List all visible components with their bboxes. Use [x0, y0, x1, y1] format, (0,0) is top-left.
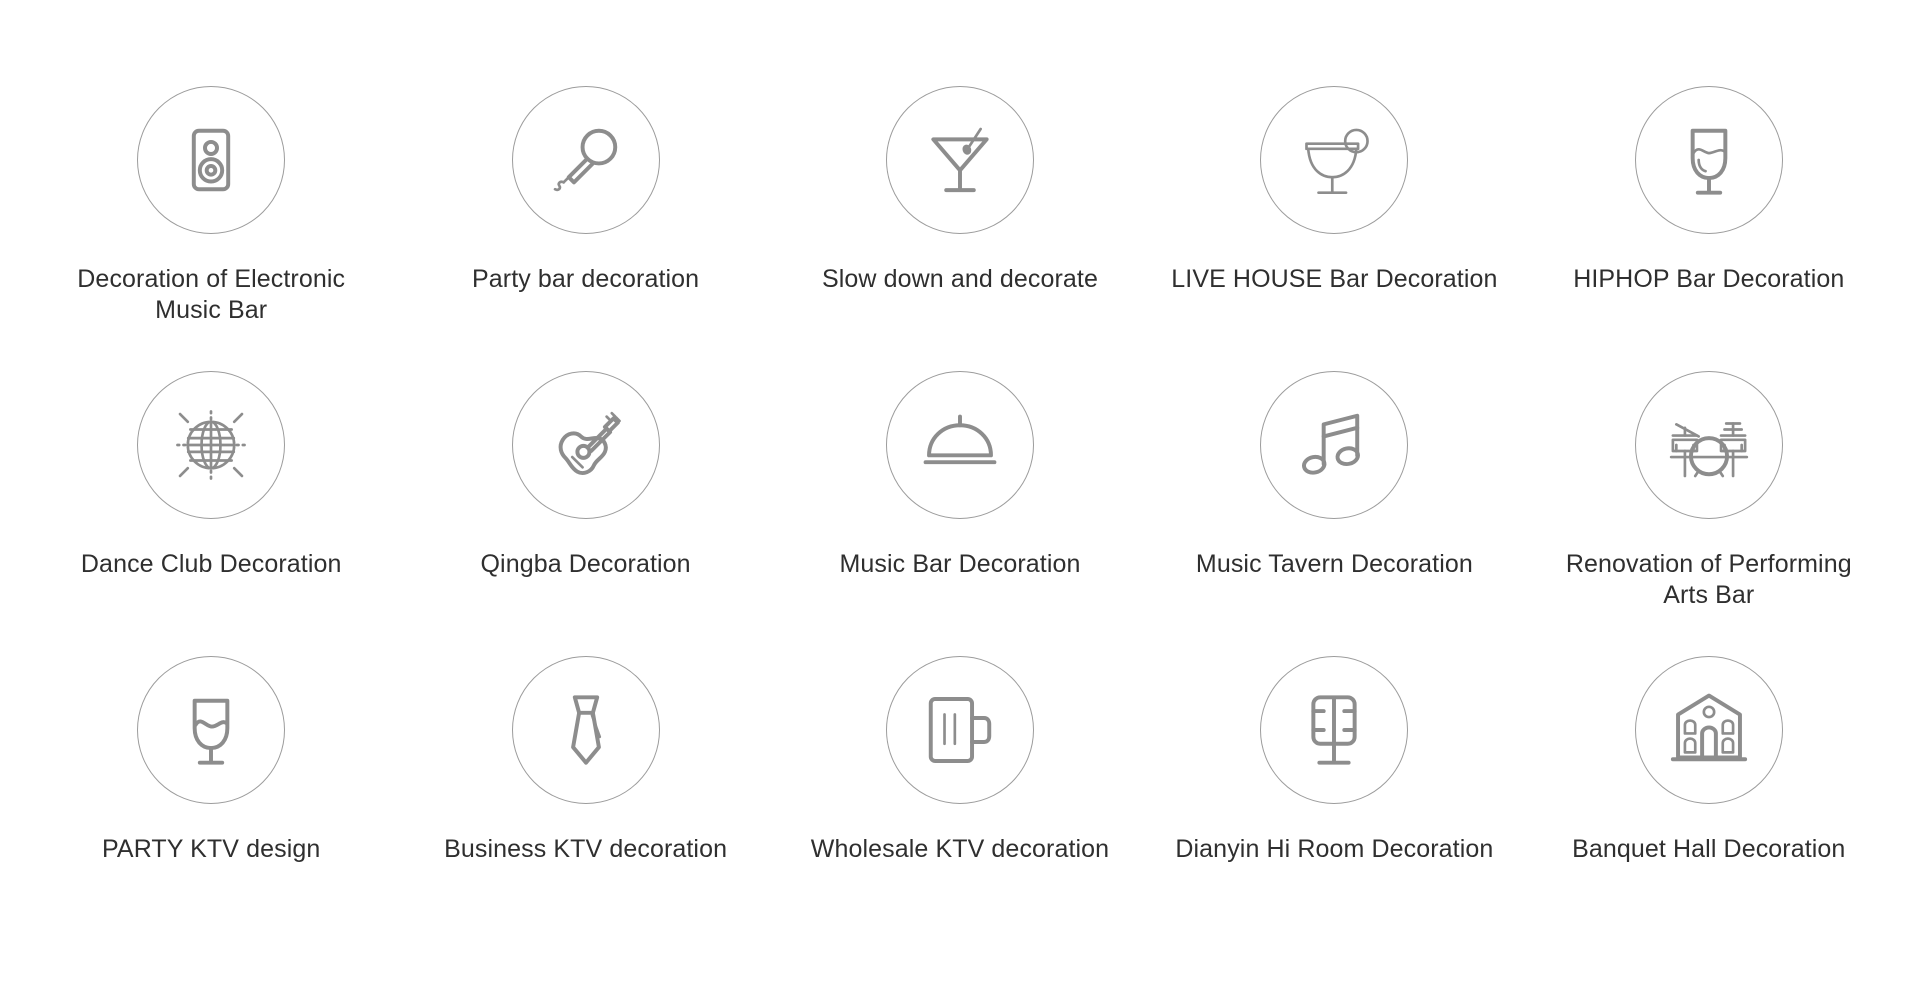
speaker-icon [192, 128, 231, 192]
category-item-music-tavern[interactable]: Music Tavern Decoration [1147, 325, 1521, 610]
margarita-glass-icon [1305, 128, 1370, 195]
category-item-party-bar[interactable]: Party bar decoration [398, 40, 772, 325]
category-label: Party bar decoration [472, 265, 700, 293]
category-grid: Decoration of Electronic Music Bar Party… [24, 0, 1896, 895]
wine-glass-wave-icon [192, 698, 230, 765]
icon-circle [885, 656, 1034, 804]
banquet-hall-building-icon [1670, 693, 1747, 762]
category-label: Qingba Decoration [480, 550, 691, 578]
category-item-music-bar[interactable]: Music Bar Decoration [773, 325, 1147, 610]
necktie-icon [570, 695, 601, 765]
icon-circle [1260, 86, 1409, 234]
category-label: Dance Club Decoration [80, 550, 342, 578]
category-item-dianyin-hi-room[interactable]: Dianyin Hi Room Decoration [1147, 610, 1521, 895]
icon-circle [885, 86, 1034, 234]
icon-circle [1634, 371, 1783, 519]
icon-circle [137, 656, 286, 804]
category-label: PARTY KTV design [102, 835, 321, 863]
category-item-qingba[interactable]: Qingba Decoration [398, 325, 772, 610]
icon-circle [1260, 656, 1409, 804]
martini-glass-icon [931, 127, 989, 193]
category-label: Business KTV decoration [444, 835, 728, 863]
category-item-business-ktv[interactable]: Business KTV decoration [398, 610, 772, 895]
category-label: HIPHOP Bar Decoration [1573, 265, 1845, 293]
category-label: Music Bar Decoration [839, 550, 1081, 578]
category-item-wholesale-ktv[interactable]: Wholesale KTV decoration [773, 610, 1147, 895]
acoustic-guitar-icon [558, 411, 621, 475]
category-item-slow-down[interactable]: Slow down and decorate [773, 40, 1147, 325]
category-item-electronic-music-bar[interactable]: Decoration of Electronic Music Bar [24, 40, 398, 325]
disco-ball-icon [172, 405, 251, 485]
drum-kit-icon [1669, 422, 1748, 478]
category-item-hiphop-bar[interactable]: HIPHOP Bar Decoration [1522, 40, 1896, 325]
category-label: Banquet Hall Decoration [1572, 835, 1846, 863]
icon-circle [1634, 656, 1783, 804]
beer-mug-icon [928, 697, 992, 763]
icon-circle [137, 371, 286, 519]
icon-circle [1634, 86, 1783, 234]
serving-cloche-icon [923, 414, 997, 465]
icon-circle [511, 371, 660, 519]
category-label: Decoration of Electronic Music Bar [77, 265, 346, 324]
category-item-party-ktv[interactable]: PARTY KTV design [24, 610, 398, 895]
icon-circle [885, 371, 1034, 519]
icon-circle [511, 86, 660, 234]
icon-circle [511, 656, 660, 804]
category-label: Dianyin Hi Room Decoration [1175, 835, 1494, 863]
category-label: Renovation of Performing Arts Bar [1565, 550, 1852, 609]
category-item-banquet-hall[interactable]: Banquet Hall Decoration [1522, 610, 1896, 895]
category-label: Wholesale KTV decoration [810, 835, 1110, 863]
wine-glass-icon [1690, 128, 1728, 195]
microphone-icon [553, 128, 617, 192]
icon-circle [1260, 371, 1409, 519]
studio-microphone-icon [1311, 695, 1358, 765]
category-label: Slow down and decorate [821, 265, 1098, 293]
music-note-icon [1302, 413, 1361, 475]
category-item-dance-club[interactable]: Dance Club Decoration [24, 325, 398, 610]
category-item-live-house-bar[interactable]: LIVE HOUSE Bar Decoration [1147, 40, 1521, 325]
category-label: LIVE HOUSE Bar Decoration [1171, 265, 1498, 293]
category-label: Music Tavern Decoration [1195, 550, 1473, 578]
category-item-performing-arts-bar[interactable]: Renovation of Performing Arts Bar [1522, 325, 1896, 610]
icon-circle [137, 86, 286, 234]
